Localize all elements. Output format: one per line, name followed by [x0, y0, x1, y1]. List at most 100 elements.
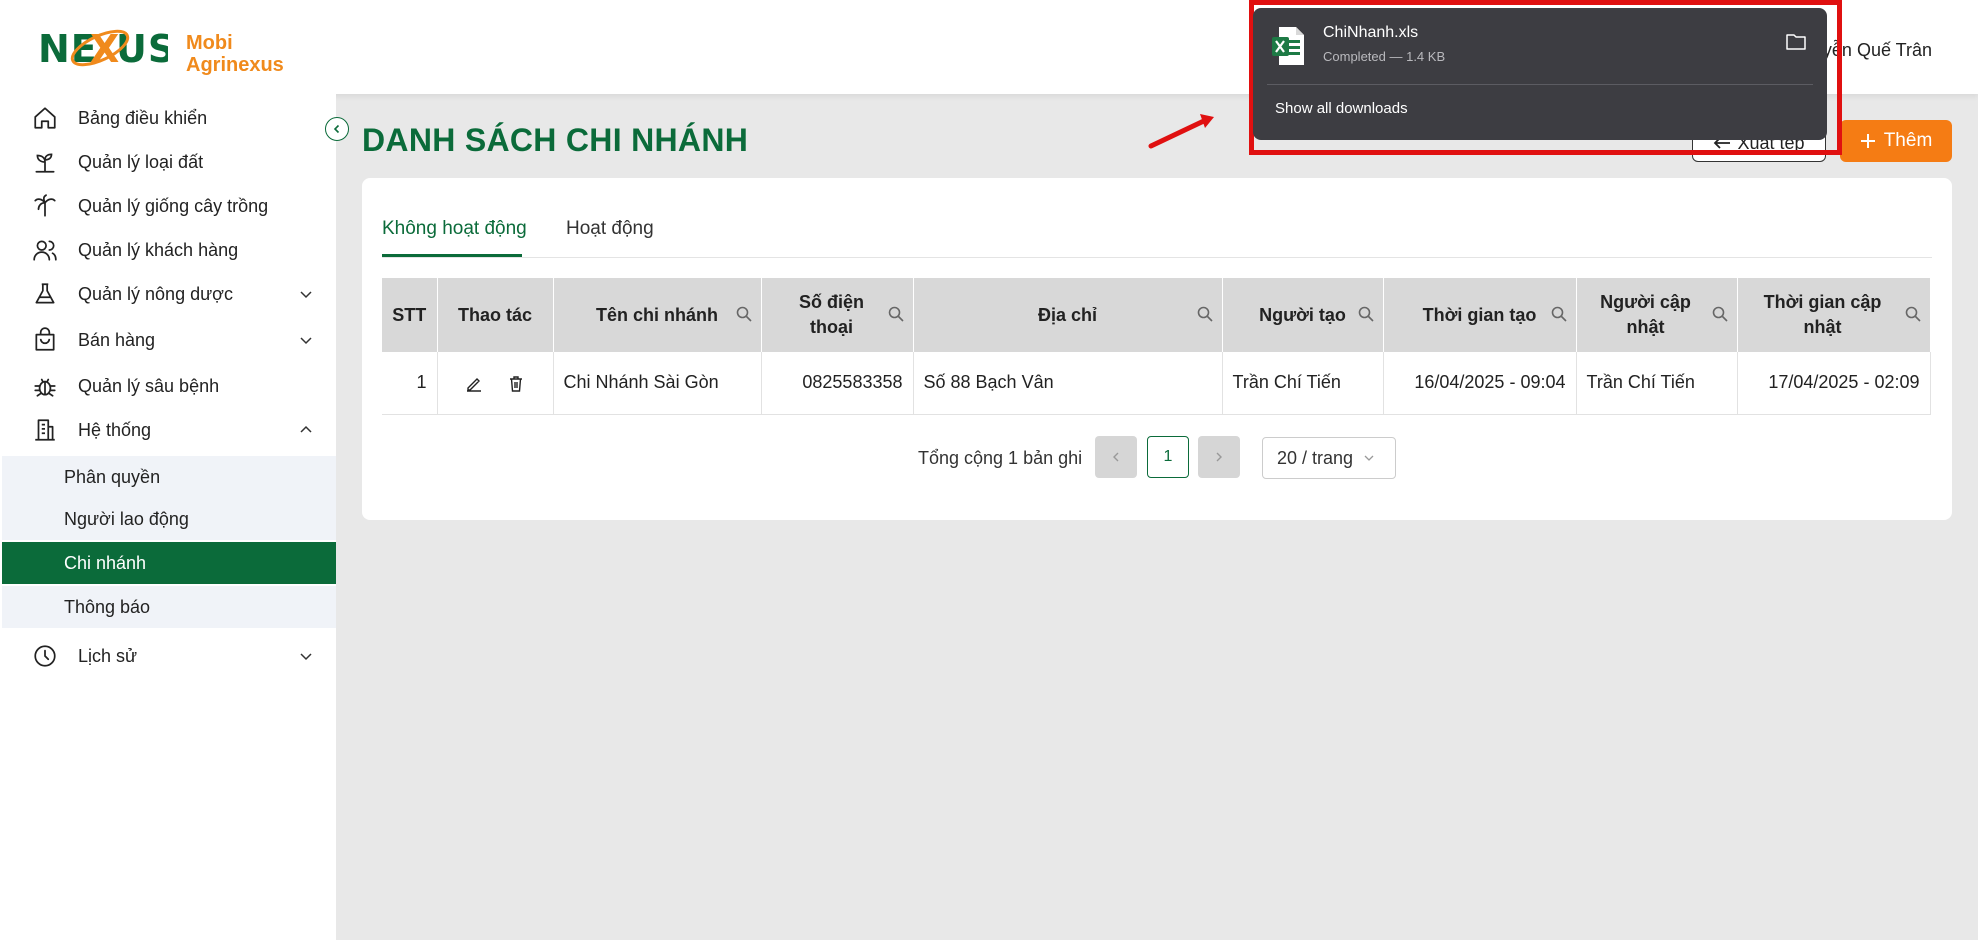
branch-table: STT Thao tác Tên chi nhánh Số điện thoại… [382, 278, 1931, 415]
logo-mark: NE X US [38, 20, 175, 87]
pagination: Tổng cộng 1 bản ghi 1 20 / trang [362, 436, 1952, 480]
add-button-label: Thêm [1883, 130, 1933, 151]
chevron-left-icon [1113, 452, 1119, 462]
pagination-total: Tổng cộng 1 bản ghi [918, 448, 1083, 468]
col-header-label: STT [392, 304, 427, 325]
sidebar-subitem-branches[interactable]: Chi nhánh [2, 542, 336, 584]
sidebar-subitem-notifications[interactable]: Thông báo [2, 586, 336, 628]
sidebar-collapse-button[interactable] [325, 117, 349, 141]
plus-icon [1860, 134, 1875, 148]
search-icon[interactable] [1357, 305, 1375, 323]
cell-updated-at: 17/04/2025 - 02:09 [1737, 352, 1931, 415]
pagination-page-current[interactable]: 1 [1147, 436, 1189, 478]
palm-tree-icon [34, 194, 56, 217]
col-header-created-at: Thời gian tạo [1383, 278, 1577, 352]
table-header-row: STT Thao tác Tên chi nhánh Số điện thoại… [382, 278, 1931, 352]
col-header-label: Thao tác [457, 304, 532, 325]
cell-phone: 0825583358 [761, 352, 914, 415]
search-icon[interactable] [1550, 305, 1568, 323]
sidebar-item-label: Quản lý loại đất [78, 151, 204, 172]
page-size-value: 20 / trang [1277, 447, 1354, 468]
users-icon [33, 240, 57, 261]
download-popup: ChiNhanh.xls Completed — 1.4 KB Show all… [1253, 8, 1827, 140]
col-header-updater: Người cập nhật [1576, 278, 1738, 352]
col-header-actions: Thao tác [437, 278, 554, 352]
shopping-bag-icon [35, 327, 55, 351]
sidebar-item-label: Bảng điều khiển [78, 107, 208, 128]
sidebar: Bảng điều khiển Quản lý loại đất Quản lý… [0, 94, 336, 940]
cell-name: Chi Nhánh Sài Gòn [553, 352, 762, 415]
sidebar-item-pesticides[interactable]: Quản lý nông dược [0, 274, 336, 314]
page-size-select[interactable]: 20 / trang [1262, 437, 1396, 479]
sidebar-item-crops[interactable]: Quản lý giống cây trồng [0, 186, 336, 226]
home-icon [34, 107, 56, 129]
col-header-label: Thời gian cập nhật [1763, 292, 1882, 337]
cell-address: Số 88 Bạch Vân [913, 352, 1223, 415]
chevron-right-icon [1216, 452, 1222, 462]
sidebar-item-sales[interactable]: Bán hàng [0, 320, 336, 360]
sidebar-item-label: Quản lý khách hàng [78, 239, 239, 260]
sidebar-item-customers[interactable]: Quản lý khách hàng [0, 230, 336, 270]
show-all-downloads-link[interactable]: Show all downloads [1275, 100, 1408, 117]
bug-icon [34, 378, 56, 397]
sidebar-subitem-label: Người lao động [64, 508, 189, 529]
sidebar-subitem-label: Thông báo [64, 596, 151, 617]
col-header-label: Người tạo [1259, 304, 1346, 325]
tab-inactive[interactable]: Không hoạt động [382, 218, 527, 240]
chevron-down-icon [300, 337, 312, 345]
sidebar-item-label: Lịch sử [78, 645, 138, 666]
sidebar-item-label: Bán hàng [78, 329, 156, 350]
col-header-address: Địa chỉ [913, 278, 1223, 352]
folder-icon[interactable] [1785, 32, 1807, 52]
sidebar-item-dashboard[interactable]: Bảng điều khiển [0, 98, 336, 138]
col-header-label: Số điện thoại [798, 292, 864, 337]
sprout-icon [35, 153, 55, 173]
download-file-name[interactable]: ChiNhanh.xls [1323, 24, 1418, 42]
app-logo[interactable]: NE X US Mobi Agrinexus [38, 20, 284, 87]
col-header-label: Tên chi nhánh [595, 304, 718, 325]
sidebar-item-label: Quản lý sâu bệnh [78, 375, 220, 396]
pagination-next-button[interactable] [1198, 436, 1240, 478]
col-header-name: Tên chi nhánh [553, 278, 762, 352]
search-icon[interactable] [735, 305, 753, 323]
delete-icon[interactable] [507, 375, 525, 393]
sidebar-item-system[interactable]: Hệ thống [0, 410, 336, 450]
col-header-phone: Số điện thoại [761, 278, 914, 352]
pagination-prev-button[interactable] [1095, 436, 1137, 478]
download-divider [1267, 84, 1813, 85]
cell-actions [437, 352, 554, 415]
cell-created-by: Trần Chí Tiến [1222, 352, 1384, 415]
tab-active[interactable]: Hoạt động [566, 218, 654, 240]
logo-text: Mobi Agrinexus [186, 32, 284, 76]
branch-list-card: Không hoạt động Hoạt động STT Thao tác T… [362, 178, 1952, 520]
cell-stt: 1 [382, 352, 438, 415]
edit-icon[interactable] [465, 375, 483, 393]
search-icon[interactable] [887, 305, 905, 323]
sidebar-subitem-permissions[interactable]: Phân quyền [2, 456, 336, 498]
chevron-down-icon [1364, 455, 1374, 461]
sidebar-subitem-workers[interactable]: Người lao động [2, 498, 336, 540]
chevron-down-icon [300, 291, 312, 299]
sidebar-item-label: Quản lý nông dược [78, 283, 233, 304]
sidebar-item-history[interactable]: Lịch sử [0, 636, 336, 676]
sidebar-item-pests[interactable]: Quản lý sâu bệnh [0, 366, 336, 406]
logo-line1: Mobi [186, 31, 233, 54]
table-row[interactable]: 1 Chi Nhánh Sài Gòn 0825583358 Số 88 Bạc… [382, 352, 1931, 415]
col-header-label: Người cập nhật [1600, 292, 1691, 337]
search-icon[interactable] [1904, 305, 1922, 323]
cell-created-at: 16/04/2025 - 09:04 [1383, 352, 1577, 415]
status-tabs: Không hoạt động Hoạt động [382, 208, 1932, 258]
flask-icon [35, 283, 55, 304]
sidebar-item-label: Quản lý giống cây trồng [78, 195, 269, 216]
sidebar-item-soil[interactable]: Quản lý loại đất [0, 142, 336, 182]
chevron-up-icon [300, 425, 312, 433]
col-header-label: Thời gian tạo [1422, 304, 1537, 325]
search-icon[interactable] [1711, 305, 1729, 323]
sidebar-item-label: Hệ thống [78, 419, 152, 440]
add-button[interactable]: Thêm [1840, 120, 1952, 162]
cell-updated-by: Trần Chí Tiến [1576, 352, 1738, 415]
chevron-left-icon [333, 124, 340, 134]
col-header-creator: Người tạo [1222, 278, 1384, 352]
download-status: Completed — 1.4 KB [1323, 49, 1446, 64]
search-icon[interactable] [1196, 305, 1214, 323]
